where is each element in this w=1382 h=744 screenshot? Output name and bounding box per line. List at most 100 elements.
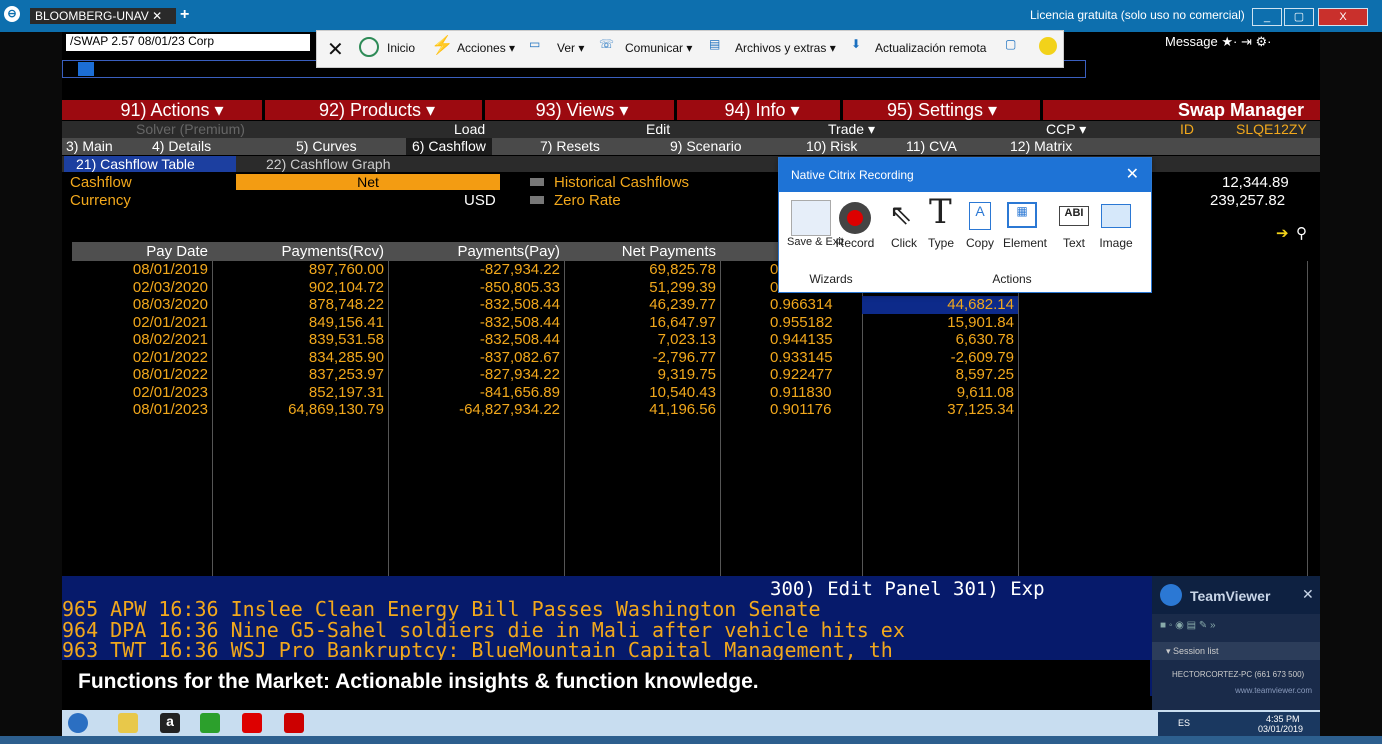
session-host[interactable]: HECTORCORTEZ-PC (661 673 500) bbox=[1152, 664, 1320, 686]
click-action[interactable]: Click bbox=[887, 236, 921, 250]
ver-menu[interactable]: Ver ▾ bbox=[557, 41, 584, 55]
acciones-menu[interactable]: Acciones ▾ bbox=[457, 41, 515, 55]
table-cell: 15,901.84 bbox=[947, 313, 1014, 331]
table-cell: 0.911830 bbox=[770, 383, 832, 401]
tab-cashflow[interactable]: 6) Cashflow bbox=[406, 138, 492, 155]
table-cell: 0.901176 bbox=[770, 401, 832, 418]
citrix-toolbar: ✕ Inicio ⚡ Acciones ▾ ▭ Ver ▾ ☏ Comunica… bbox=[316, 30, 1064, 68]
amazon-icon[interactable]: a bbox=[160, 713, 180, 733]
functions-banner[interactable]: Functions for the Market: Actionable ins… bbox=[62, 660, 1150, 704]
clock-date[interactable]: 03/01/2019 bbox=[1258, 724, 1303, 734]
header-payments-pay[interactable]: Payments(Pay) bbox=[388, 242, 564, 261]
news-item[interactable]: 963 TWT 16:36 WSJ Pro Bankruptcy: BlueMo… bbox=[62, 638, 893, 662]
tab-cva[interactable]: 11) CVA bbox=[906, 138, 957, 155]
edit-button[interactable]: Edit bbox=[646, 121, 670, 138]
ccp-menu[interactable]: CCP ▾ bbox=[1046, 121, 1086, 138]
header-pay-date[interactable]: Pay Date bbox=[72, 242, 212, 261]
element-action[interactable]: Element bbox=[1001, 236, 1049, 250]
close-icon[interactable]: ✕ bbox=[1302, 586, 1314, 603]
download-icon: ⬇ bbox=[851, 37, 862, 51]
table-cell: 16,647.97 bbox=[649, 313, 716, 331]
solver-button[interactable]: Solver (Premium) bbox=[136, 121, 245, 138]
table-cell: 852,197.31 bbox=[308, 383, 384, 401]
header-net-payments[interactable]: Net Payments bbox=[564, 242, 720, 261]
screen-icon[interactable]: ▢ bbox=[1005, 37, 1016, 51]
zoom-icon[interactable]: ⚲ bbox=[1296, 224, 1307, 242]
menu-bar: 91) Actions ▾ 92) Products ▾ 93) Views ▾… bbox=[62, 100, 1320, 120]
image-action[interactable]: Image bbox=[1095, 236, 1137, 250]
minimize-button[interactable]: _ bbox=[1252, 8, 1282, 26]
table-cell: 878,748.22 bbox=[308, 296, 384, 313]
table-cell: -2,609.79 bbox=[950, 348, 1014, 366]
add-tab-button[interactable]: + bbox=[180, 6, 189, 24]
settings-menu[interactable]: 95) Settings ▾ bbox=[852, 100, 1032, 120]
save-exit-button[interactable]: Save & Exit bbox=[787, 236, 844, 249]
teamviewer-footer-link[interactable]: www.teamviewer.com bbox=[1152, 686, 1320, 695]
tab-main[interactable]: 3) Main bbox=[66, 138, 113, 155]
copy-action[interactable]: Copy bbox=[963, 236, 997, 250]
table-cell: 51,299.39 bbox=[649, 278, 716, 296]
trade-menu[interactable]: Trade ▾ bbox=[828, 121, 875, 138]
header-payments-rcv[interactable]: Payments(Rcv) bbox=[212, 242, 388, 261]
zero-rate-checkbox[interactable] bbox=[530, 196, 544, 204]
view-icon: ▭ bbox=[529, 37, 541, 51]
actualizacion-button[interactable]: Actualización remota bbox=[875, 41, 986, 55]
copy-icon: A bbox=[969, 202, 991, 230]
tab-matrix[interactable]: 12) Matrix bbox=[1010, 138, 1072, 155]
session-list[interactable]: ▾ Session list bbox=[1152, 642, 1320, 660]
table-cell: 834,285.90 bbox=[308, 348, 384, 366]
lp-icon[interactable] bbox=[242, 713, 262, 733]
teamviewer-panel: TeamViewer ✕ ■ ◦ ◉ ▤ ✎ » ▾ Session list … bbox=[1152, 576, 1320, 710]
views-menu[interactable]: 93) Views ▾ bbox=[492, 100, 672, 120]
cursor-icon: ⇖ bbox=[889, 199, 913, 230]
close-tab-icon[interactable]: ✕ bbox=[152, 9, 162, 23]
language-indicator[interactable]: ES bbox=[1178, 718, 1190, 728]
table-cell: 897,760.00 bbox=[308, 261, 384, 278]
text-action[interactable]: Text bbox=[1057, 236, 1091, 250]
table-cell: -827,934.22 bbox=[479, 261, 560, 278]
historical-checkbox[interactable] bbox=[530, 178, 544, 186]
security-input[interactable]: /SWAP 2.57 08/01/23 Corp bbox=[66, 34, 310, 51]
close-icon[interactable]: ✕ bbox=[1126, 164, 1139, 184]
swap-manager-title: Swap Manager bbox=[1177, 100, 1304, 120]
table-cell: 7,023.13 bbox=[657, 331, 716, 348]
table-cell: 08/01/2019 bbox=[132, 261, 208, 278]
load-button[interactable]: Load bbox=[454, 121, 485, 138]
close-icon[interactable]: ✕ bbox=[327, 37, 344, 62]
inicio-button[interactable]: Inicio bbox=[387, 41, 415, 55]
actions-menu[interactable]: 91) Actions ▾ bbox=[82, 100, 262, 120]
table-cell: 08/03/2020 bbox=[132, 296, 208, 313]
session-tab[interactable]: BLOOMBERG-UNAV ✕ bbox=[30, 8, 176, 24]
teamviewer-title: TeamViewer bbox=[1190, 588, 1271, 604]
info-menu[interactable]: 94) Info ▾ bbox=[682, 100, 842, 120]
subtab-cashflow-graph[interactable]: 22) Cashflow Graph bbox=[266, 156, 391, 172]
message-bar[interactable]: Message ★· ⇥ ⚙· bbox=[1165, 34, 1271, 50]
app-icon[interactable] bbox=[200, 713, 220, 733]
communicate-icon: ☏ bbox=[599, 37, 615, 51]
table-cell: 9,611.08 bbox=[956, 383, 1014, 401]
type-action[interactable]: Type bbox=[925, 236, 957, 250]
right-value-2: 239,257.82 bbox=[1210, 192, 1286, 209]
maximize-button[interactable]: ▢ bbox=[1284, 8, 1314, 26]
explorer-icon[interactable] bbox=[118, 713, 138, 733]
tab-curves[interactable]: 5) Curves bbox=[296, 138, 357, 155]
smiley-icon[interactable] bbox=[1039, 37, 1057, 55]
tab-resets[interactable]: 7) Resets bbox=[540, 138, 600, 155]
tab-risk[interactable]: 10) Risk bbox=[806, 138, 857, 155]
citrix-recording-panel: Native Citrix Recording ✕ Save & Exit Re… bbox=[778, 157, 1152, 293]
subtab-cashflow-table[interactable]: 21) Cashflow Table bbox=[64, 156, 236, 172]
tab-scenario[interactable]: 9) Scenario bbox=[670, 138, 742, 155]
close-window-button[interactable]: X bbox=[1318, 8, 1368, 26]
teamviewer-toolbar-icons[interactable]: ■ ◦ ◉ ▤ ✎ » bbox=[1160, 620, 1216, 631]
products-menu[interactable]: 92) Products ▾ bbox=[272, 100, 482, 120]
record-button[interactable]: Record bbox=[833, 236, 877, 250]
clock-time[interactable]: 4:35 PM bbox=[1266, 714, 1300, 724]
start-icon[interactable] bbox=[68, 713, 88, 733]
tab-details[interactable]: 4) Details bbox=[152, 138, 211, 155]
table-cell: 6,630.78 bbox=[955, 331, 1014, 348]
kaspersky-icon[interactable] bbox=[284, 713, 304, 733]
comunicar-menu[interactable]: Comunicar ▾ bbox=[625, 41, 692, 55]
export-icon[interactable]: ➔ bbox=[1276, 224, 1289, 242]
cashflow-dropdown[interactable]: Net bbox=[236, 174, 500, 190]
archivos-menu[interactable]: Archivos y extras ▾ bbox=[735, 41, 836, 55]
